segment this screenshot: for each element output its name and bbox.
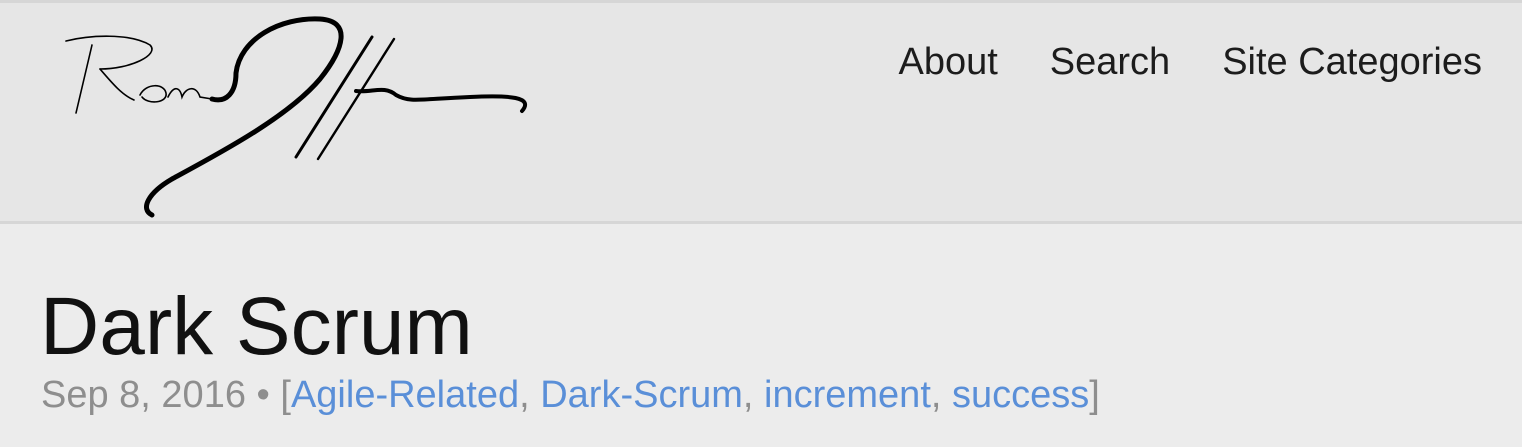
tags-open-bracket: [ [280,374,291,416]
post-date: Sep 8, 2016 [41,374,246,416]
tag-link-increment[interactable]: increment [764,374,931,416]
tag-separator: , [930,374,952,416]
signature-logo[interactable] [60,15,535,220]
tag-link-dark-scrum[interactable]: Dark-Scrum [540,374,743,416]
meta-separator: • [245,374,281,416]
site-header: About Search Site Categories [0,0,1522,224]
nav-link-site-categories[interactable]: Site Categories [1222,40,1482,84]
nav-link-about[interactable]: About [898,40,997,84]
main-nav: About Search Site Categories [898,40,1482,84]
tags-close-bracket: ] [1089,374,1100,416]
tag-link-agile-related[interactable]: Agile-Related [291,374,519,416]
tag-separator: , [519,374,541,416]
post-meta: Sep 8, 2016 • [Agile-Related, Dark-Scrum… [41,373,1100,417]
tag-separator: , [742,374,765,416]
nav-link-search[interactable]: Search [1050,40,1170,84]
post-title: Dark Scrum [40,281,473,372]
tag-link-success[interactable]: success [952,374,1089,416]
